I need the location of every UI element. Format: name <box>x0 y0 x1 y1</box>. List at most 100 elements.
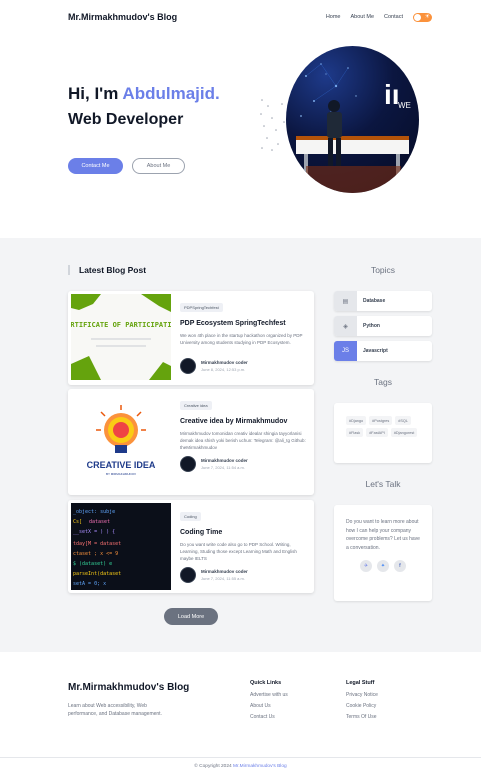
python-icon: ◈ <box>334 316 357 336</box>
topic-label: Javascript <box>363 348 388 354</box>
contact-me-button[interactable]: Contact Me <box>68 158 123 174</box>
lets-talk-box: Do you want to learn more about how I ca… <box>334 505 432 601</box>
tag-chip[interactable]: #FastAPI <box>366 428 388 437</box>
topic-label: Python <box>363 323 380 329</box>
avatar <box>180 358 196 374</box>
footer-link-about[interactable]: About Us <box>250 703 288 709</box>
database-icon: ▤ <box>334 291 357 311</box>
avatar <box>180 567 196 583</box>
post-image-creative-idea: CREATIVE IDEA BY MIRMAKHMUDOV <box>71 392 171 490</box>
tag-chip[interactable]: #Postgres <box>369 416 393 425</box>
footer-brand[interactable]: Mr.Mirmakhmudov's Blog <box>68 682 189 693</box>
footer-link-privacy[interactable]: Privacy Notice <box>346 692 378 698</box>
svg-text:__setX = ) ) {: __setX = ) ) { <box>73 529 115 535</box>
sun-icon: ☀ <box>424 13 430 20</box>
post-category-badge[interactable]: Creative idea <box>180 401 212 410</box>
post-image-code: _object: subje Cs[ dataset __setX = ) ) {… <box>71 503 171 590</box>
post-image-certificate: CERTIFICATE OF PARTICIPATION <box>71 294 171 380</box>
post-author: Mirmakhmudov coder June 7, 2024, 11:55 a… <box>180 567 248 583</box>
copyright-link[interactable]: Mr.Mirmakhmudov's Blog <box>233 764 287 769</box>
nav-link-contact[interactable]: Contact <box>384 14 403 20</box>
post-title[interactable]: Coding Time <box>180 529 308 536</box>
tags-box: #Django #Postgres #SQL #Flask #FastAPI #… <box>334 403 432 463</box>
post-category-badge[interactable]: Coding <box>180 512 201 521</box>
social-links: ✈ ✦ f <box>346 560 420 572</box>
hero-section: Hi, I'm Abdulmajid. Web Developer Contac… <box>0 34 481 238</box>
toggle-knob <box>414 13 421 21</box>
top-navbar: Mr.Mirmakhmudov's Blog Home About Me Con… <box>0 0 481 34</box>
tag-chip[interactable]: #Django <box>346 416 367 425</box>
lets-talk-title: Let's Talk <box>365 479 401 489</box>
quick-links-column: Quick Links Advertise with us About Us C… <box>250 680 288 725</box>
lets-talk-text: Do you want to learn more about how I ca… <box>346 519 420 551</box>
blog-card[interactable]: CREATIVE IDEA BY MIRMAKHMUDOV Creative i… <box>68 389 314 495</box>
quick-links-title: Quick Links <box>250 680 282 686</box>
nav-links: Home About Me Contact ☀ <box>326 12 432 22</box>
blog-card-body: Coding Coding Time Do you want write cod… <box>180 505 308 563</box>
blog-card[interactable]: _object: subje Cs[ dataset __setX = ) ) {… <box>68 500 314 593</box>
creative-idea-subtext: BY MIRMAKHMUDOV <box>106 472 136 476</box>
post-title[interactable]: Creative idea by Mirmakhmudov <box>180 418 308 425</box>
post-author: Mirmakhmudov coder June 8, 2024, 12:53 p… <box>180 358 248 374</box>
footer-link-cookie[interactable]: Cookie Policy <box>346 703 378 709</box>
theme-toggle[interactable]: ☀ <box>413 12 432 22</box>
footer-divider <box>0 757 481 758</box>
svg-text:_object: subje: _object: subje <box>73 509 115 515</box>
tag-chip[interactable]: #Flask <box>346 428 364 437</box>
load-more-button[interactable]: Load More <box>164 608 218 625</box>
decorative-dots <box>260 99 285 151</box>
creative-idea-text: CREATIVE IDEA <box>87 460 156 470</box>
post-date: June 7, 2024, 11:55 a.m. <box>201 576 245 581</box>
legal-title: Legal Stuff <box>346 680 375 686</box>
post-excerpt: Do you want write code also go to PDP Sc… <box>180 542 297 561</box>
telegram-icon[interactable]: ✈ <box>360 560 372 572</box>
blog-card-body: Creative idea Creative idea by Mirmakhmu… <box>180 394 308 452</box>
svg-text:dataset: dataset <box>89 519 110 525</box>
post-excerpt: We won 4th place in the startup hackatho… <box>180 333 303 345</box>
author-name: Mirmakhmudov coder <box>201 458 248 463</box>
copyright-prefix: © Copyright 2024 <box>194 764 234 769</box>
post-title[interactable]: PDP Ecosystem SpringTechfest <box>180 320 308 327</box>
avatar <box>180 456 196 472</box>
svg-text:$ (dataset) e: $ (dataset) e <box>73 561 112 567</box>
hero-role: Web Developer <box>68 111 184 128</box>
nav-link-home[interactable]: Home <box>326 14 341 20</box>
post-date: June 7, 2024, 11:54 a.m. <box>201 465 245 470</box>
certificate-text: CERTIFICATE OF PARTICIPATION <box>71 321 171 329</box>
footer-link-terms[interactable]: Terms Of Use <box>346 714 378 720</box>
footer-link-contact[interactable]: Contact Us <box>250 714 288 720</box>
twitter-icon[interactable]: ✦ <box>377 560 389 572</box>
site-brand[interactable]: Mr.Mirmakhmudov's Blog <box>68 12 177 22</box>
svg-text:WE: WE <box>398 101 411 110</box>
profile-photo-scene: iı WE <box>296 63 411 193</box>
hero-name: Abdulmajid. <box>122 84 220 103</box>
copyright: © Copyright 2024 Mr.Mirmakhmudov's Blog <box>0 764 481 769</box>
legal-column: Legal Stuff Privacy Notice Cookie Policy… <box>346 680 378 725</box>
author-name: Mirmakhmudov coder <box>201 360 248 365</box>
topic-python[interactable]: ◈ Python <box>334 316 432 336</box>
footer-link-advertise[interactable]: Advertise with us <box>250 692 288 698</box>
topic-label: Database <box>363 298 386 304</box>
post-author: Mirmakhmudov coder June 7, 2024, 11:54 a… <box>180 456 248 472</box>
post-excerpt: Mirmakhmudov tomonidan creativ idealar s… <box>180 431 306 450</box>
author-name: Mirmakhmudov coder <box>201 569 248 574</box>
blog-card[interactable]: CERTIFICATE OF PARTICIPATION PDPSpringTe… <box>68 291 314 385</box>
about-me-button[interactable]: About Me <box>132 158 185 174</box>
facebook-icon[interactable]: f <box>394 560 406 572</box>
post-date: June 8, 2024, 12:53 p.m. <box>201 367 246 372</box>
topics-title: Topics <box>370 265 396 275</box>
tag-chip[interactable]: #SQL <box>395 416 411 425</box>
nav-link-about[interactable]: About Me <box>350 14 374 20</box>
svg-text:setA = 0; x: setA = 0; x <box>73 581 106 587</box>
hero-greeting-prefix: Hi, I'm <box>68 84 123 103</box>
svg-text:parseInt(dataset: parseInt(dataset <box>73 571 121 577</box>
footer-description: Learn about Web accessibility, Web perfo… <box>68 703 162 718</box>
svg-text:Cs[: Cs[ <box>73 519 82 525</box>
profile-photo: iı WE <box>286 46 419 193</box>
topic-database[interactable]: ▤ Database <box>334 291 432 311</box>
post-category-badge[interactable]: PDPSpringTechfest <box>180 303 223 312</box>
topic-javascript[interactable]: JS Javascript <box>334 341 432 361</box>
svg-text:ctaset ; x <= 9: ctaset ; x <= 9 <box>73 551 118 557</box>
tag-chip[interactable]: #Djangorest <box>390 428 418 437</box>
tags-title: Tags <box>374 377 392 387</box>
